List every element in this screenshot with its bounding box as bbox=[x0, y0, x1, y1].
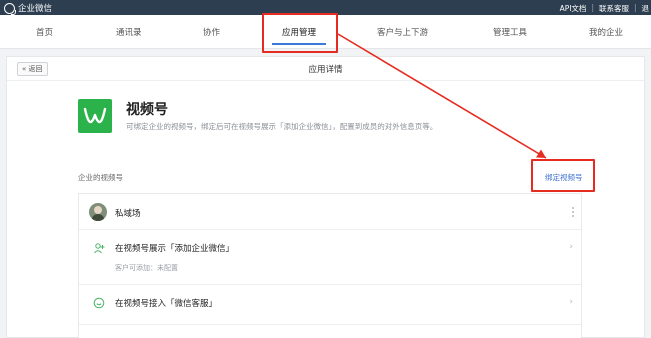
annotation-arrow bbox=[337, 33, 547, 159]
